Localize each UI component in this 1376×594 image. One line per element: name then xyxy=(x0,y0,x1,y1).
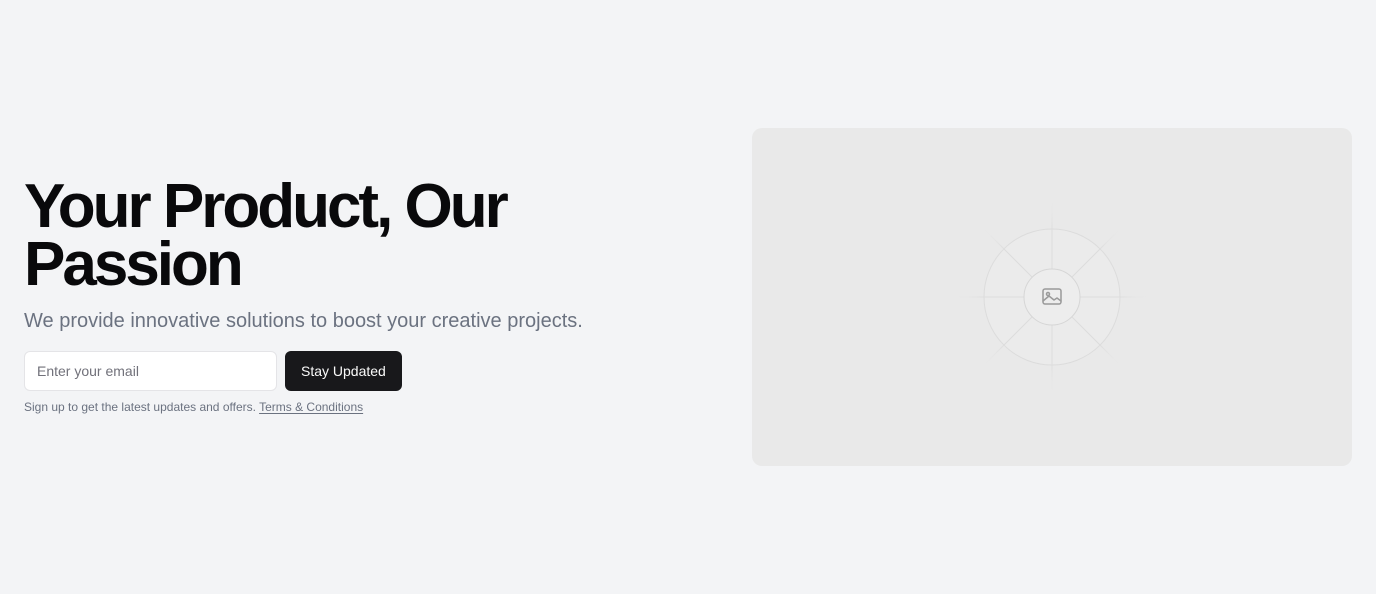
terms-link[interactable]: Terms & Conditions xyxy=(259,400,363,414)
signup-note-text: Sign up to get the latest updates and of… xyxy=(24,400,256,414)
email-input[interactable] xyxy=(24,351,277,391)
hero-section: Your Product, Our Passion We provide inn… xyxy=(0,0,1376,594)
image-placeholder xyxy=(752,128,1352,466)
hero-headline: Your Product, Our Passion xyxy=(24,172,509,299)
hero-content: Your Product, Our Passion We provide inn… xyxy=(24,172,704,415)
signup-note: Sign up to get the latest updates and of… xyxy=(24,399,704,415)
hero-subtitle: We provide innovative solutions to boost… xyxy=(24,310,583,332)
placeholder-graphic xyxy=(952,197,1152,397)
signup-form: Stay Updated xyxy=(24,351,704,391)
stay-updated-button[interactable]: Stay Updated xyxy=(285,351,402,391)
placeholder-inner-circle xyxy=(1023,268,1081,326)
